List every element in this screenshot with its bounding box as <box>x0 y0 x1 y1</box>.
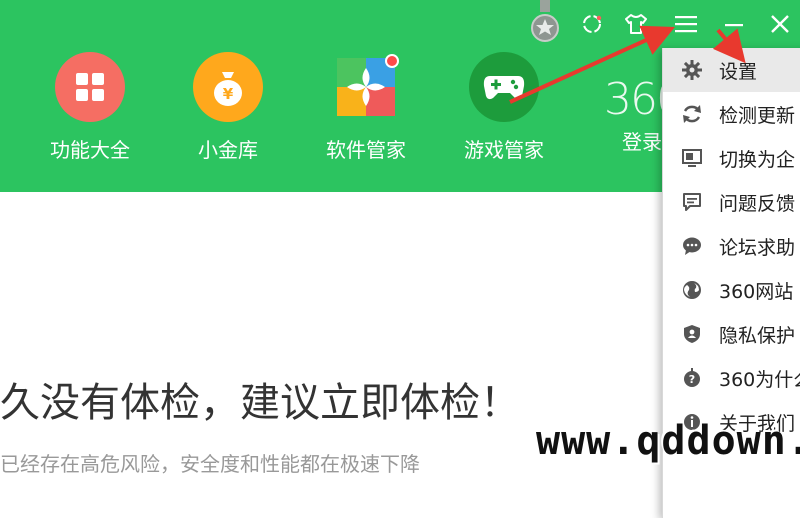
menu-item-forum-help[interactable]: 论坛求助 <box>663 224 800 268</box>
money-bag-icon: ¥ <box>193 52 263 122</box>
tool-label: 功能大全 <box>50 138 130 162</box>
menu-item-label: 论坛求助 <box>719 236 796 259</box>
menu-item-label: 问题反馈 <box>719 192 796 215</box>
gear-icon <box>679 57 705 83</box>
tool-function-list[interactable]: 功能大全 <box>30 52 150 172</box>
shield-icon <box>679 321 705 347</box>
menu-icon[interactable] <box>672 10 700 38</box>
grid-icon <box>55 52 125 122</box>
menu-item-switch-enterprise[interactable]: 切换为企 <box>663 136 800 180</box>
menu-item-360-website[interactable]: 360网站 <box>663 268 800 312</box>
tool-vault[interactable]: ¥ 小金库 <box>168 52 288 172</box>
menu-item-feedback[interactable]: 问题反馈 <box>663 180 800 224</box>
menu-item-label: 360网站 <box>719 280 794 303</box>
menu-item-label: 隐私保护 <box>719 324 796 347</box>
gamepad-icon <box>469 52 539 122</box>
feedback-icon <box>679 189 705 215</box>
close-icon[interactable] <box>766 10 794 38</box>
watermark-text: www.qddown. <box>536 418 800 464</box>
minimize-icon[interactable] <box>720 10 748 38</box>
tool-bar: 功能大全 ¥ 小金库 软件管家 游戏管家 <box>0 52 660 172</box>
tool-game-manager[interactable]: 游戏管家 <box>444 52 564 172</box>
theme-shirt-icon[interactable] <box>622 10 650 38</box>
svg-text:?: ? <box>689 373 695 386</box>
menu-item-why-360[interactable]: ? 360为什么 <box>663 356 800 400</box>
menu-item-privacy[interactable]: 隐私保护 <box>663 312 800 356</box>
checkup-subline: 已经存在高危风险，安全度和性能都在极速下降 <box>0 452 420 476</box>
globe-icon <box>679 277 705 303</box>
notification-dot <box>385 54 399 68</box>
monitor-icon <box>679 145 705 171</box>
checkup-headline: 久没有体检，建议立即体检！ <box>0 380 520 426</box>
svg-text:¥: ¥ <box>223 85 234 103</box>
medal-icon[interactable] <box>530 0 560 44</box>
tool-software-manager[interactable]: 软件管家 <box>306 52 426 172</box>
tool-label: 软件管家 <box>326 138 406 162</box>
menu-item-check-update[interactable]: 检测更新 <box>663 92 800 136</box>
software-manager-icon <box>331 52 401 122</box>
tool-label: 小金库 <box>198 138 258 162</box>
tool-label: 游戏管家 <box>464 138 544 162</box>
skin-icon[interactable] <box>578 10 606 38</box>
question-icon: ? <box>679 365 705 391</box>
menu-item-label: 360为什么 <box>719 368 800 391</box>
menu-item-label: 检测更新 <box>719 104 796 127</box>
refresh-icon <box>679 101 705 127</box>
menu-item-settings[interactable]: 设置 <box>663 48 800 92</box>
chat-icon <box>679 233 705 259</box>
menu-item-label: 设置 <box>719 60 758 83</box>
menu-item-label: 切换为企 <box>719 148 796 171</box>
